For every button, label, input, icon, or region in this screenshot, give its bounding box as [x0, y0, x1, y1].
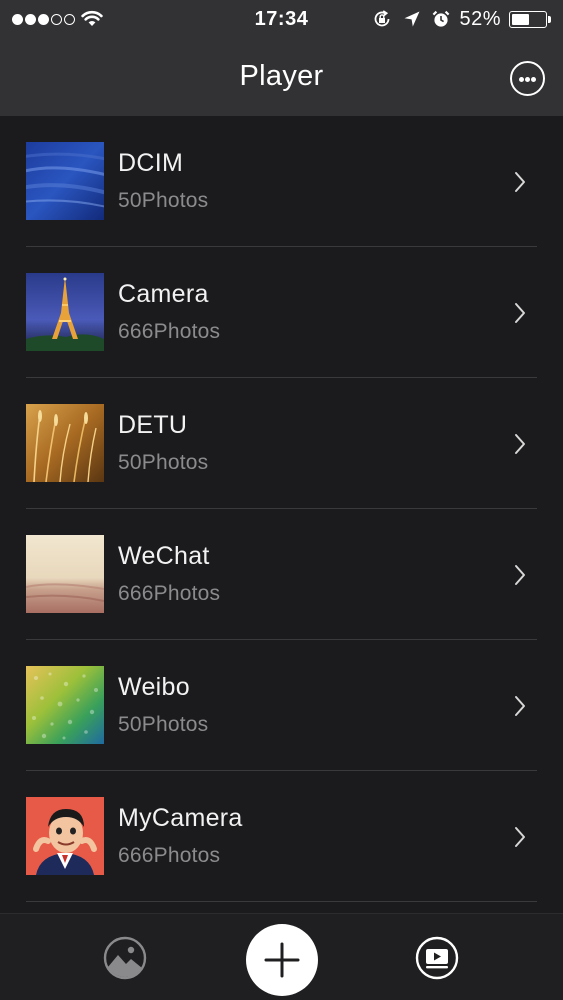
album-list: DCIM 50Photos Camera 666Photos DETU 50Ph…: [0, 116, 563, 902]
album-thumbnail: [26, 797, 104, 875]
location-icon: [404, 11, 420, 27]
row-divider: [26, 901, 537, 902]
add-button[interactable]: [246, 924, 318, 996]
album-name: DETU: [118, 411, 188, 439]
album-name: DCIM: [118, 149, 184, 177]
photo-gallery-icon[interactable]: [103, 936, 147, 980]
chevron-right-icon: [515, 172, 525, 192]
orientation-lock-icon: [375, 10, 390, 27]
ellipsis-circle-icon[interactable]: [510, 61, 545, 96]
album-row-camera[interactable]: Camera 666Photos: [0, 247, 563, 378]
album-name: WeChat: [118, 542, 210, 570]
album-row-weibo[interactable]: Weibo 50Photos: [0, 640, 563, 771]
top-bar: 17:34 52% Player: [0, 0, 563, 116]
album-name: Camera: [118, 280, 209, 308]
battery-icon: [509, 10, 547, 28]
album-thumbnail: [26, 666, 104, 744]
album-photo-count: 666Photos: [118, 320, 221, 343]
album-photo-count: 666Photos: [118, 582, 221, 605]
battery-percentage: 52%: [459, 7, 501, 30]
album-photo-count: 50Photos: [118, 189, 209, 212]
album-photo-count: 50Photos: [118, 451, 209, 474]
album-row-dcim[interactable]: DCIM 50Photos: [0, 116, 563, 247]
album-name: MyCamera: [118, 804, 243, 832]
album-photo-count: 666Photos: [118, 844, 221, 867]
album-name: Weibo: [118, 673, 190, 701]
album-row-mycamera[interactable]: MyCamera 666Photos: [0, 771, 563, 902]
chevron-right-icon: [515, 827, 525, 847]
video-player-icon[interactable]: [415, 936, 459, 980]
album-photo-count: 50Photos: [118, 713, 209, 736]
chevron-right-icon: [515, 434, 525, 454]
album-thumbnail: [26, 535, 104, 613]
album-row-wechat[interactable]: WeChat 666Photos: [0, 509, 563, 640]
album-thumbnail: [26, 404, 104, 482]
plus-icon: [264, 942, 300, 978]
alarm-icon: [433, 10, 450, 27]
album-row-detu[interactable]: DETU 50Photos: [0, 378, 563, 509]
page-title: Player: [239, 60, 324, 92]
chevron-right-icon: [515, 696, 525, 716]
album-thumbnail: [26, 142, 104, 220]
status-bar: 17:34 52%: [0, 0, 563, 40]
chevron-right-icon: [515, 303, 525, 323]
chevron-right-icon: [515, 565, 525, 585]
bottom-tab-bar: [0, 913, 563, 1000]
album-thumbnail: [26, 273, 104, 351]
